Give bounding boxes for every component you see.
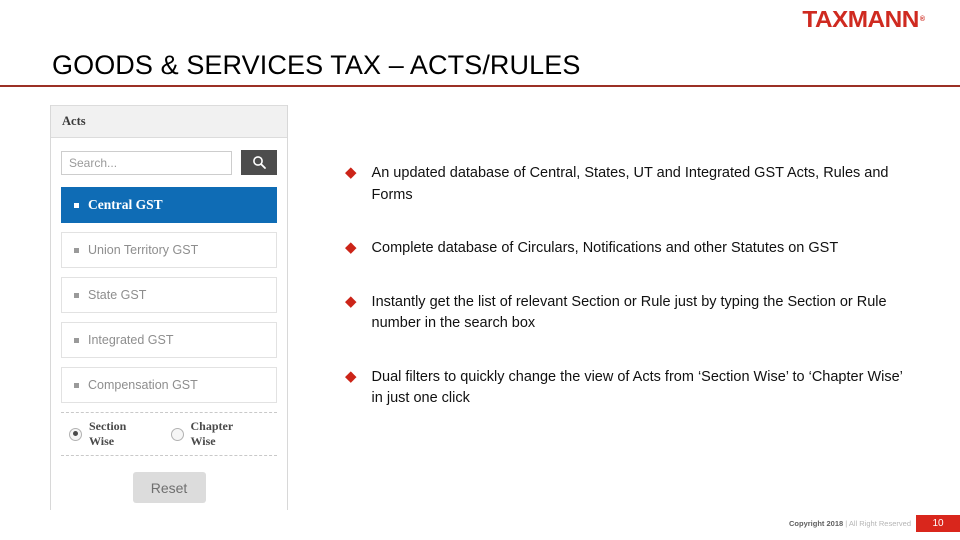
search-button[interactable] <box>241 150 277 175</box>
act-item-central-gst[interactable]: Central GST <box>61 187 277 223</box>
bullet-square-icon <box>74 292 79 298</box>
diamond-bullet-icon: ◆ <box>345 367 357 385</box>
title-divider <box>0 85 960 87</box>
taxmann-logo: TAXMANN ® <box>795 6 925 32</box>
bullet-text: Instantly get the list of relevant Secti… <box>371 293 887 332</box>
bullet-square-icon <box>74 337 79 343</box>
page-title: GOODS & SERVICES TAX – ACTS/RULES <box>52 50 581 80</box>
reset-button[interactable]: Reset <box>132 472 206 503</box>
act-item-integrated-gst[interactable]: Integrated GST <box>61 322 277 358</box>
act-item-state-gst[interactable]: State GST <box>61 277 277 313</box>
list-item: ◆ An updated database of Central, States… <box>345 163 905 206</box>
act-item-union-territory-gst[interactable]: Union Territory GST <box>61 232 277 268</box>
radio-button-icon <box>69 427 82 441</box>
bullet-square-icon <box>74 202 79 208</box>
radio-chapter-wise-label: Chapter Wise <box>190 419 233 448</box>
slide-footer: Copyright 2018 | All Right Reserved 10 <box>789 515 960 532</box>
copyright-text: Copyright 2018 | All Right Reserved <box>789 519 911 528</box>
slide-canvas: TAXMANN ® GOODS & SERVICES TAX – ACTS/RUL… <box>0 0 960 540</box>
list-item: ◆ Complete database of Circulars, Notifi… <box>345 238 905 260</box>
act-item-label: Union Territory GST <box>88 243 199 257</box>
search-input[interactable] <box>61 150 232 175</box>
act-item-label: Compensation GST <box>88 378 198 392</box>
diamond-bullet-icon: ◆ <box>345 239 357 256</box>
radio-button-icon <box>170 427 184 441</box>
acts-panel-title: Acts <box>62 114 86 128</box>
diamond-bullet-icon: ◆ <box>345 292 357 310</box>
page-number-badge: 10 <box>916 515 960 532</box>
act-item-compensation-gst[interactable]: Compensation GST <box>61 367 277 403</box>
list-item: ◆ Instantly get the list of relevant Sec… <box>345 292 905 335</box>
act-item-label: State GST <box>88 288 147 302</box>
search-icon <box>252 155 267 170</box>
list-item: ◆ Dual filters to quickly change the vie… <box>345 367 905 410</box>
copyright-light: | All Right Reserved <box>845 519 911 528</box>
registered-trademark-icon: ® <box>919 15 925 23</box>
brand-logo-text: TAXMANN <box>802 5 919 32</box>
act-item-label: Integrated GST <box>88 333 174 347</box>
bullet-text: Complete database of Circulars, Notifica… <box>371 240 839 256</box>
view-filter-row: Section Wise Chapter Wise <box>61 412 277 456</box>
bullet-text: An updated database of Central, States, … <box>371 165 889 203</box>
acts-list: Central GST Union Territory GST State GS… <box>51 175 287 403</box>
feature-bullet-list: ◆ An updated database of Central, States… <box>345 163 905 442</box>
radio-section-wise[interactable]: Section Wise <box>69 419 153 449</box>
copyright-bold: Copyright 2018 <box>788 519 844 528</box>
bullet-square-icon <box>74 382 79 388</box>
reset-row: Reset <box>51 456 287 503</box>
act-item-label: Central GST <box>88 197 163 212</box>
radio-chapter-wise[interactable]: Chapter Wise <box>170 419 260 449</box>
acts-panel-header: Acts <box>51 105 287 138</box>
bullet-square-icon <box>74 247 79 253</box>
diamond-bullet-icon: ◆ <box>345 164 357 181</box>
radio-section-wise-label: Section Wise <box>89 419 127 448</box>
acts-panel: Acts Central GST Union Territory G <box>50 105 288 510</box>
bullet-text: Dual filters to quickly change the view … <box>371 368 903 407</box>
acts-search-row <box>51 138 287 175</box>
